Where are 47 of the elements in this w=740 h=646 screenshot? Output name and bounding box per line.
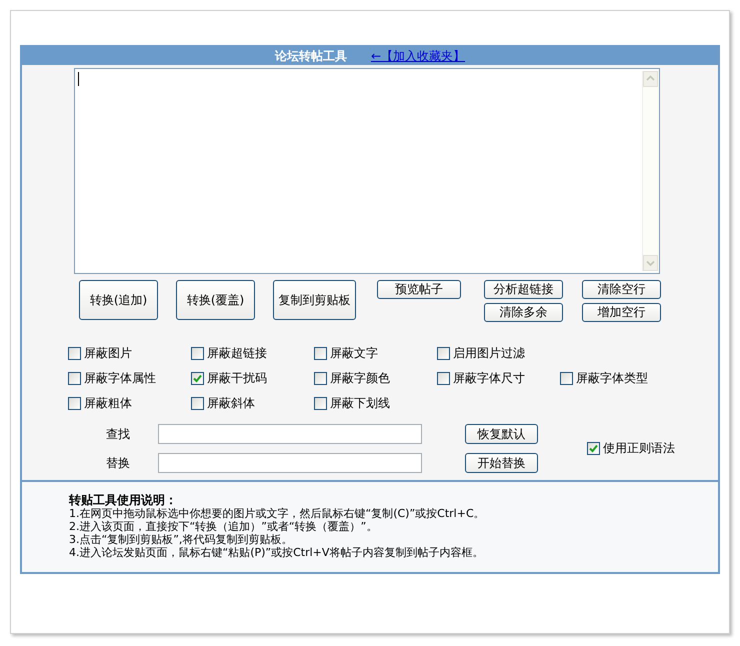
checkbox-label: 屏蔽字体尺寸: [453, 370, 525, 386]
checkbox-label: 屏蔽字体属性: [84, 370, 156, 386]
action-button[interactable]: 复制到剪贴板: [273, 280, 356, 320]
action-button[interactable]: 分析超链接: [484, 280, 563, 299]
checkbox[interactable]: [191, 396, 204, 410]
checkbox-label: 屏蔽字体类型: [576, 370, 648, 386]
replace-field[interactable]: [158, 453, 422, 473]
instruction-line: 2.进入该页面，直接按下“转换（追加）”或者“转换（覆盖）”。: [69, 520, 378, 533]
checkbox-label: 屏蔽粗体: [84, 394, 132, 412]
action-button[interactable]: 清除空行: [582, 280, 661, 299]
find-field[interactable]: [158, 424, 422, 444]
instruction-line: 4.进入论坛发贴页面，鼠标右键“粘贴(P)”或按Ctrl+V将帖子内容复制到帖子内容框。: [69, 546, 484, 559]
action-button[interactable]: 清除多余: [484, 303, 563, 322]
checkbox[interactable]: [314, 346, 327, 360]
checkbox[interactable]: [314, 372, 327, 384]
checkbox[interactable]: [560, 372, 573, 384]
checkbox[interactable]: [68, 346, 81, 360]
reset-button[interactable]: 恢复默认: [465, 424, 538, 444]
instruction-line: 3.点击“复制到剪贴板”,将代码复制到剪贴板。: [69, 533, 294, 546]
checkbox[interactable]: [587, 442, 600, 455]
checkbox[interactable]: [68, 396, 81, 410]
checkbox[interactable]: [191, 372, 204, 384]
checkbox[interactable]: [314, 396, 327, 410]
action-button[interactable]: 转换(追加): [79, 280, 158, 320]
instructions-title: 转贴工具使用说明：: [69, 494, 178, 507]
checkbox-label: 屏蔽下划线: [330, 394, 390, 412]
checkbox-label: 启用图片过滤: [453, 344, 525, 362]
checkbox[interactable]: [68, 372, 81, 384]
checkbox-label: 屏蔽超链接: [207, 344, 267, 362]
replace-label: 替换: [106, 454, 131, 472]
instruction-line: 1.在网页中拖动鼠标选中你想要的图片或文字，然后鼠标右键“复制(C)”或按Ctrl+C。: [69, 507, 486, 520]
checkbox[interactable]: [437, 346, 450, 360]
checkbox-label: 屏蔽字颜色: [330, 370, 390, 386]
checkbox-label: 屏蔽文字: [330, 344, 378, 362]
action-button[interactable]: 转换(覆盖): [176, 280, 255, 320]
checkbox-label: 屏蔽图片: [84, 344, 132, 362]
find-label: 查找: [106, 426, 131, 442]
checkbox-label: 屏蔽斜体: [207, 394, 255, 412]
bookmark-link[interactable]: ←【加入收藏夹】: [370, 48, 466, 64]
action-button[interactable]: 预览帖子: [377, 280, 461, 299]
checkbox-label: 屏蔽干扰码: [207, 370, 267, 386]
checkbox[interactable]: [191, 346, 204, 360]
replace-button[interactable]: 开始替换: [465, 453, 538, 473]
tool-title: 论坛转帖工具: [274, 48, 347, 64]
action-button[interactable]: 增加空行: [582, 303, 661, 322]
checkbox[interactable]: [437, 372, 450, 384]
checkbox-label: 使用正则语法: [603, 440, 675, 457]
